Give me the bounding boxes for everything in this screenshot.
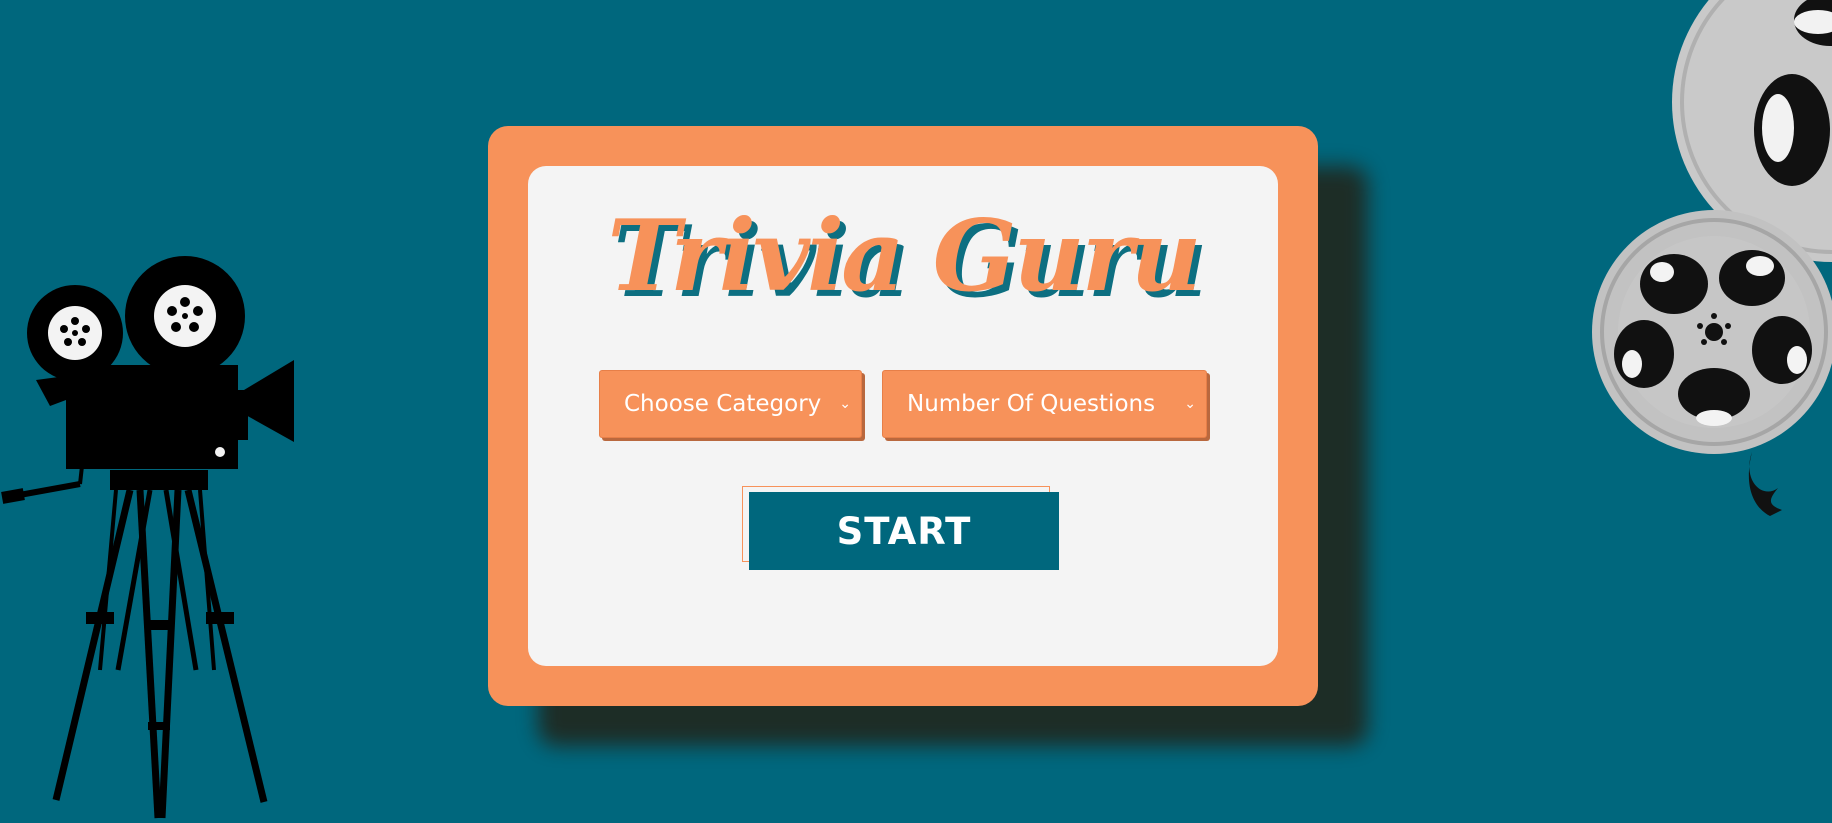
card-panel: Trivia Guru Choose Category ⌄ Number Of …: [528, 166, 1278, 666]
start-button[interactable]: START: [749, 492, 1059, 570]
trivia-card: Trivia Guru Choose Category ⌄ Number Of …: [488, 126, 1318, 706]
questions-count-select[interactable]: Number Of Questions ⌄: [882, 370, 1207, 438]
start-button-wrapper: START: [742, 486, 1060, 570]
movie-camera-icon: [1, 256, 294, 819]
chevron-down-icon: ⌄: [1184, 396, 1196, 412]
options-row: Choose Category ⌄ Number Of Questions ⌄: [528, 370, 1278, 438]
category-select[interactable]: Choose Category ⌄: [599, 370, 862, 438]
category-select-label: Choose Category: [624, 391, 822, 417]
app-title: Trivia Guru: [607, 199, 1201, 314]
questions-select-label: Number Of Questions: [907, 391, 1156, 417]
chevron-down-icon: ⌄: [839, 396, 851, 412]
film-reel-icon: [1592, 0, 1832, 516]
